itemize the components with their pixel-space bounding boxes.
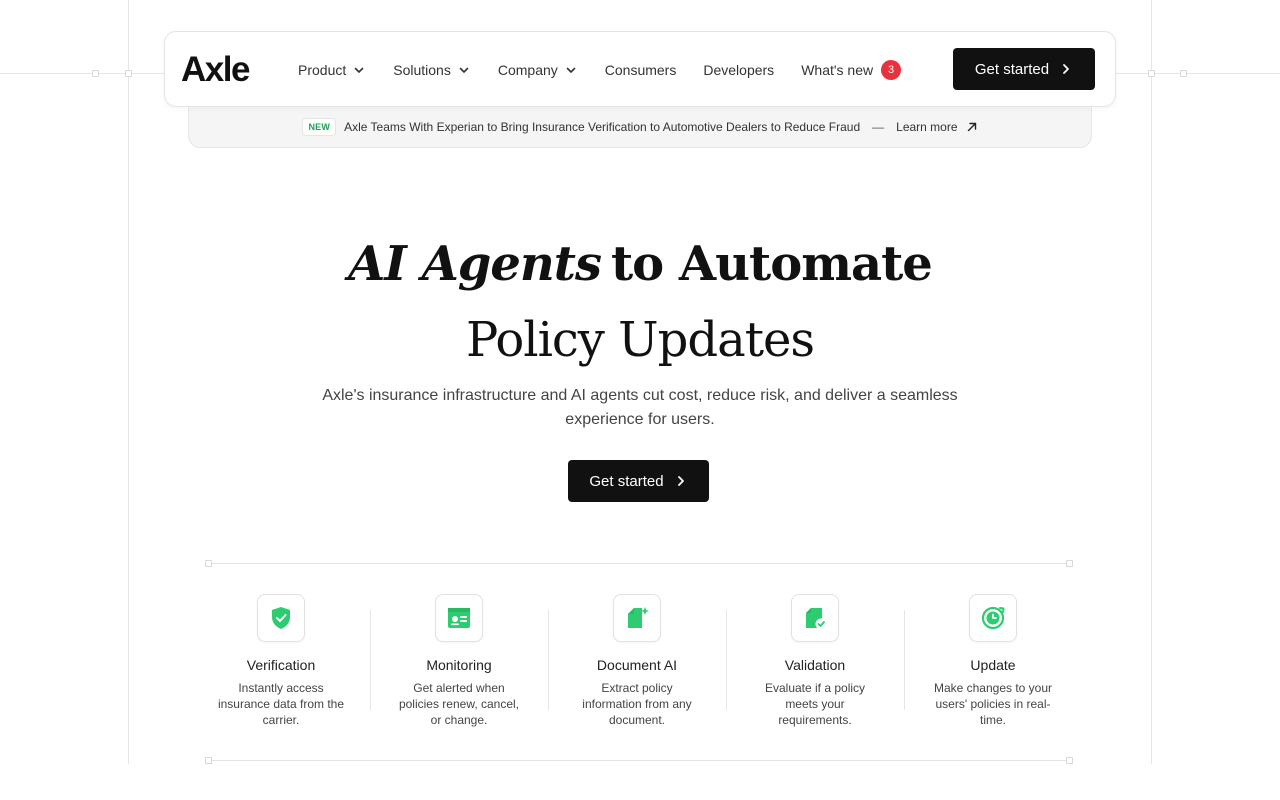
frame-node	[1180, 70, 1187, 77]
nav-item-whats-new[interactable]: What's new 3	[801, 60, 902, 80]
announcement-text[interactable]: Axle Teams With Experian to Bring Insura…	[344, 120, 860, 134]
nav-item-company[interactable]: Company	[498, 62, 578, 78]
frame-node	[92, 70, 99, 77]
nav-item-label: Product	[298, 62, 347, 78]
feature-title: Update	[970, 657, 1016, 673]
learn-more-link[interactable]: Learn more	[896, 120, 977, 134]
feature-title: Monitoring	[426, 657, 492, 673]
feature-title: Verification	[246, 657, 316, 673]
chevron-down-icon	[354, 67, 364, 73]
brand-logo[interactable]: Axle	[181, 50, 250, 90]
feature-validation[interactable]: Validation Evaluate if a policy meets yo…	[726, 594, 904, 734]
nav-item-label: Company	[497, 62, 558, 78]
feature-icon-box	[613, 594, 661, 642]
nav-item-label: What's new	[801, 62, 874, 78]
hero-title-line1: AI Agents to Automate	[0, 232, 1280, 296]
nav-item-solutions[interactable]: Solutions	[393, 62, 471, 78]
arrow-up-right-icon	[967, 122, 976, 131]
frame-node	[125, 70, 132, 77]
features-bottom-divider	[208, 760, 1069, 761]
feature-icon-box	[435, 594, 483, 642]
chevron-down-icon	[566, 67, 576, 73]
hero-title-italic: AI Agents	[348, 236, 602, 292]
feature-description: Make changes to your users' policies in …	[933, 681, 1053, 727]
chevron-down-icon	[459, 67, 469, 73]
new-tag: NEW	[302, 117, 337, 136]
feature-update[interactable]: Update Make changes to your users' polic…	[904, 594, 1082, 734]
frame-line-left	[128, 0, 129, 764]
features-row: Verification Instantly access insurance …	[192, 594, 1082, 734]
announcement-separator: —	[872, 119, 885, 134]
nav-item-product[interactable]: Product	[298, 62, 366, 78]
features-top-divider	[208, 563, 1069, 564]
frame-line-top-right	[1115, 73, 1280, 74]
feature-icon-box	[791, 594, 839, 642]
hero-title-rest: to Automate	[611, 236, 933, 292]
top-navbar: Axle Product Solutions Company Consumers…	[164, 31, 1116, 107]
hero-get-started-button[interactable]: Get started	[568, 460, 709, 502]
nav-item-developers[interactable]: Developers	[703, 62, 774, 78]
feature-description: Get alerted when policies renew, cancel,…	[398, 681, 520, 727]
feature-title: Document AI	[596, 657, 678, 673]
nav-item-consumers[interactable]: Consumers	[605, 62, 677, 78]
document-sparkle-icon	[628, 607, 649, 628]
nav-item-label: Solutions	[393, 62, 451, 78]
feature-title: Validation	[784, 657, 846, 673]
frame-node	[1148, 70, 1155, 77]
feature-monitoring[interactable]: Monitoring Get alerted when policies ren…	[370, 594, 548, 734]
frame-node	[1066, 757, 1073, 764]
button-label: Get started	[589, 472, 664, 490]
learn-more-label: Learn more	[896, 119, 958, 134]
frame-node	[205, 560, 212, 567]
feature-description: Extract policy information from any docu…	[582, 681, 692, 727]
feature-icon-box	[969, 594, 1017, 642]
chevron-right-icon	[1063, 64, 1069, 74]
nav-item-label: Developers	[703, 62, 775, 78]
hero-subtitle: Axle's insurance infrastructure and AI a…	[322, 387, 958, 428]
id-card-icon	[448, 608, 470, 628]
nav-menu: Product Solutions Company Consumers Deve…	[298, 32, 928, 108]
shield-check-icon	[272, 607, 290, 629]
button-label: Get started	[974, 60, 1050, 78]
feature-icon-box	[257, 594, 305, 642]
clock-refresh-icon	[981, 606, 1005, 630]
nav-get-started-button[interactable]: Get started	[953, 48, 1095, 90]
frame-node	[1066, 560, 1073, 567]
feature-description: Instantly access insurance data from the…	[217, 681, 345, 727]
feature-description: Evaluate if a policy meets your requirem…	[764, 681, 866, 727]
hero-title-line2: Policy Updates	[465, 312, 815, 368]
notification-badge: 3	[881, 60, 902, 80]
document-check-icon	[806, 608, 827, 630]
nav-item-label: Consumers	[604, 62, 677, 78]
frame-node	[205, 757, 212, 764]
feature-document-ai[interactable]: Document AI Extract policy information f…	[548, 594, 726, 734]
frame-line-top-left	[0, 73, 165, 74]
feature-verification[interactable]: Verification Instantly access insurance …	[192, 594, 370, 734]
chevron-right-icon	[677, 476, 684, 486]
frame-line-right	[1151, 0, 1152, 764]
